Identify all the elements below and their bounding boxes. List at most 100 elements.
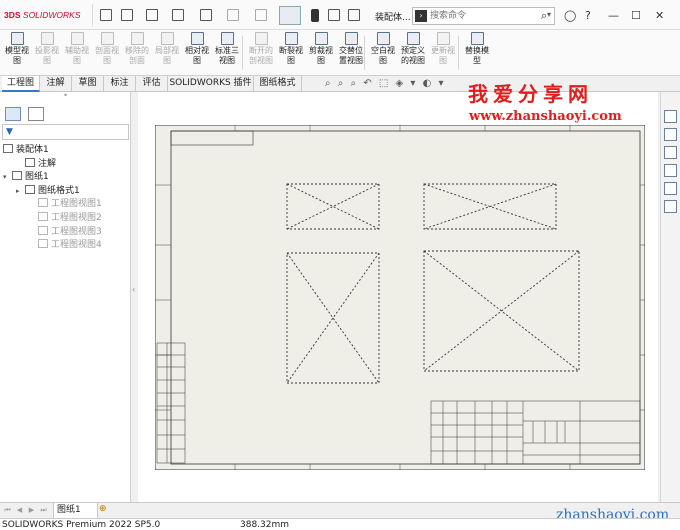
view-command-icon [406,32,420,45]
appearances-pane-icon[interactable] [664,182,677,195]
file-properties-icon[interactable] [328,9,340,21]
tree-item[interactable]: 工程图视图1 [29,198,102,211]
custom-properties-pane-icon[interactable] [664,200,677,213]
sheet-border [155,125,645,470]
tab-1[interactable]: 注解 [40,76,72,92]
add-sheet-icon[interactable]: ⊕ [99,504,111,516]
ribbon-separator [242,36,243,70]
view-command-icon [190,32,204,45]
ribbon-button[interactable]: 剖面视图 [92,32,122,74]
tree-item-label: 装配体1 [16,145,49,155]
minimize-icon[interactable]: — [608,9,619,22]
ribbon-button-label: 预定义的视图 [401,46,425,65]
ribbon-button[interactable]: 断开的剖视图 [246,32,276,74]
redo-icon[interactable] [255,9,267,21]
tree-node-icon [38,225,48,235]
ribbon-button[interactable]: 更新视图 [428,32,458,74]
tree-filter[interactable]: ▼ [2,124,129,140]
ribbon-button-label: 断裂视图 [279,46,303,65]
ribbon-button[interactable]: 剪裁视图 [306,32,336,74]
chevron-down-icon[interactable]: ▾ [547,10,551,19]
view-command-icon [254,32,268,45]
tree-item[interactable]: 工程图视图4 [29,239,102,252]
ribbon-button[interactable]: 交替位置视图 [336,32,366,74]
ribbon-button[interactable]: 预定义的视图 [398,32,428,74]
save-icon[interactable] [172,9,184,21]
tree-item-label: 图纸1 [25,172,49,183]
traffic-light-icon[interactable] [311,9,319,22]
next-sheet-icon[interactable]: ▶ [27,506,36,515]
heads-up-toolbar[interactable]: ⌕ ⌕ ⌕ ↶ ⬚ ◈ ▾ ◐ ▾ [325,78,446,89]
tree-item-label: 工程图视图2 [51,213,102,223]
print-icon[interactable] [200,9,212,21]
tab-5[interactable]: SOLIDWORKS 插件 [168,76,254,92]
watermark-url: www.zhanshaoyi.com [469,109,622,124]
select-arrow-icon[interactable] [279,6,301,25]
ribbon-button[interactable]: 断裂视图 [276,32,306,74]
gear-icon[interactable] [348,9,360,21]
ribbon-button[interactable]: 投影视图 [32,32,62,74]
status-version: SOLIDWORKS Premium 2022 SP5.0 [2,520,161,530]
view-command-icon [10,32,24,45]
view-palette-pane-icon[interactable] [664,164,677,177]
file-explorer-pane-icon[interactable] [664,146,677,159]
open-folder-icon[interactable] [146,9,158,21]
first-sheet-icon[interactable]: ⏮ [3,506,12,515]
ribbon-button-label: 局部视图 [155,46,179,65]
expand-arrow-icon[interactable]: ▸ [16,185,25,198]
view-command-icon [40,32,54,45]
tree-node-icon [25,184,35,194]
tree-item[interactable]: ▸ 图纸格式1 [16,184,80,198]
sheet-tab[interactable]: 图纸1 [53,503,98,519]
status-bar: SOLIDWORKS Premium 2022 SP5.0 388.32mm [0,518,680,530]
property-manager-tab-icon[interactable] [28,107,44,121]
ribbon-button-label: 更新视图 [431,46,455,65]
resources-pane-icon[interactable] [664,128,677,141]
ribbon-button-label: 辅助视图 [65,46,89,65]
tab-6[interactable]: 图纸格式 [254,76,302,92]
tab-4[interactable]: 评估 [136,76,168,92]
command-search[interactable]: › ▾ [412,7,555,25]
prev-sheet-icon[interactable]: ◀ [15,506,24,515]
tree-item[interactable]: 注解 [16,157,56,171]
tree-item[interactable]: 工程图视图3 [29,225,102,239]
ribbon-button[interactable]: 标准三视图 [212,32,242,74]
view-command-icon [314,32,328,45]
close-icon[interactable]: ✕ [655,9,664,22]
sheet-tab-label: 图纸1 [57,505,81,515]
ribbon-button[interactable]: 相对视图 [182,32,212,74]
tree-item-label: 工程图视图4 [51,240,102,251]
tree-item[interactable]: 工程图视图2 [29,212,102,225]
home-pane-icon[interactable] [664,110,677,123]
tab-3[interactable]: 标注 [104,76,136,92]
ribbon-button[interactable]: 辅助视图 [62,32,92,74]
maximize-icon[interactable]: ☐ [631,9,641,22]
last-sheet-icon[interactable]: ⏭ [39,506,48,515]
home-icon[interactable] [100,9,112,21]
view-command-icon [160,32,174,45]
command-search-input[interactable] [430,9,540,23]
view-command-icon [436,32,450,45]
tab-0[interactable]: 工程图 [2,76,40,92]
ribbon-button[interactable]: 移除的剖面 [122,32,152,74]
drawing-sheet[interactable] [155,125,645,470]
feature-tree-tab-icon[interactable] [5,107,21,121]
expand-arrow-icon[interactable]: ▾ [3,171,12,184]
undo-icon[interactable] [227,9,239,21]
new-file-icon[interactable] [121,9,133,21]
ribbon-button-label: 标准三视图 [215,46,239,65]
ribbon-button[interactable]: 替换模型 [462,32,492,74]
tab-2[interactable]: 草图 [72,76,104,92]
ribbon-button[interactable]: 局部视图 [152,32,182,74]
help-icon[interactable]: ? [585,9,591,22]
tree-item-label: 图纸格式1 [38,185,80,196]
tree-item[interactable]: ▾ 图纸1 [3,171,49,184]
search-icon[interactable]: ⌕ [541,9,547,23]
tree-item[interactable]: 装配体1 [3,144,49,157]
panel-grip[interactable]: • [0,92,131,102]
ribbon-button[interactable]: 模型视图 [2,32,32,74]
ribbon-button[interactable]: 空白视图 [368,32,398,74]
user-icon[interactable]: ◯ [564,9,576,22]
tree-item-label: 工程图视图3 [51,226,102,237]
view-command-icon [100,32,114,45]
